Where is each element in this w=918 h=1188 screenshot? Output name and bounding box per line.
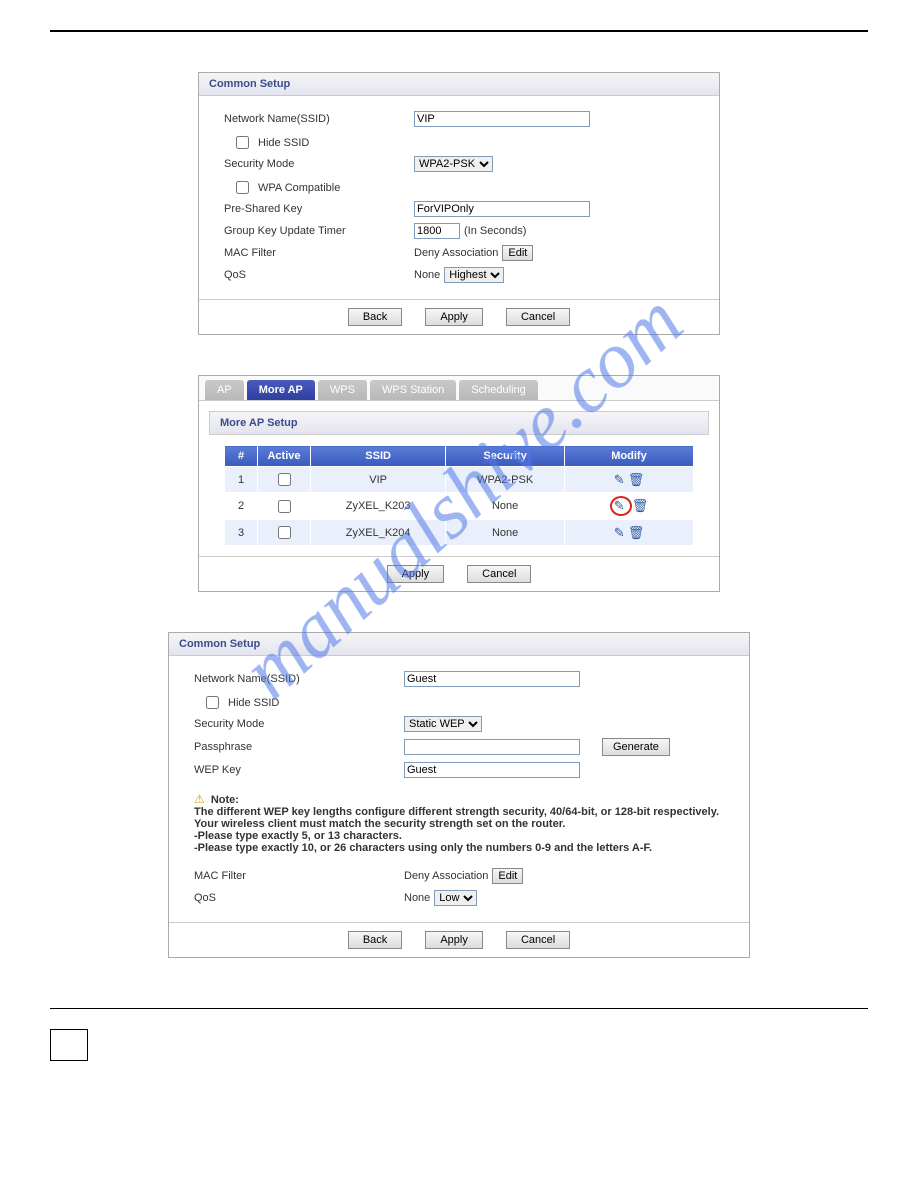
generate-button[interactable]: Generate [602,738,670,756]
qos-label: QoS [194,892,404,904]
network-name-input[interactable] [414,111,590,127]
mac-label: MAC Filter [224,247,414,259]
security-mode-select[interactable]: WPA2-PSK [414,156,493,172]
panel-title: Common Setup [169,633,749,656]
tab-wps[interactable]: WPS [318,380,367,400]
row-num: 3 [225,520,258,546]
top-rule [50,30,868,32]
cancel-button[interactable]: Cancel [506,931,570,949]
edit-icon[interactable]: ✎ [614,498,625,513]
security-mode-label: Security Mode [194,718,404,730]
ap-table: # Active SSID Security Modify 1 VIP WPA2… [224,445,694,546]
highlight-circle: ✎ [610,496,632,516]
note-line: -Please type exactly 10, or 26 character… [194,842,652,854]
hide-ssid-checkbox[interactable] [206,696,219,709]
row-security: WPA2-PSK [446,467,565,493]
cancel-button[interactable]: Cancel [506,308,570,326]
table-row: 3 ZyXEL_K204 None ✎🗑 [225,520,694,546]
security-mode-select[interactable]: Static WEP [404,716,482,732]
tab-bar: AP More AP WPS WPS Station Scheduling [199,376,719,400]
qos-select[interactable]: Low [434,890,477,906]
col-num: # [225,446,258,467]
more-ap-title: More AP Setup [209,411,709,435]
qos-text: None [414,269,440,281]
edit-icon[interactable]: ✎ [614,525,625,540]
tab-ap[interactable]: AP [205,380,244,400]
row-active-checkbox[interactable] [278,526,291,539]
wepkey-input[interactable] [404,762,580,778]
col-active: Active [258,446,311,467]
panel-title: Common Setup [199,73,719,96]
row-num: 1 [225,467,258,493]
common-setup-panel-1: Common Setup Network Name(SSID) Hide SSI… [198,72,720,335]
gk-input[interactable] [414,223,460,239]
note-block: ⚠ Note: The different WEP key lengths co… [194,792,724,854]
apply-button[interactable]: Apply [425,308,483,326]
delete-icon[interactable]: 🗑 [632,498,649,513]
note-line: The different WEP key lengths configure … [194,806,719,830]
tab-scheduling[interactable]: Scheduling [459,380,537,400]
row-security: None [446,520,565,546]
edit-button[interactable]: Edit [492,868,523,884]
row-ssid: ZyXEL_K204 [311,520,446,546]
note-title: Note: [211,794,239,806]
cancel-button[interactable]: Cancel [467,565,531,583]
qos-text: None [404,892,430,904]
network-name-label: Network Name(SSID) [224,113,414,125]
delete-icon[interactable]: 🗑 [628,525,645,540]
note-line: -Please type exactly 5, or 13 characters… [194,830,402,842]
back-button[interactable]: Back [348,308,402,326]
hide-ssid-label: Hide SSID [228,697,279,709]
edit-button[interactable]: Edit [502,245,533,261]
tab-more-ap[interactable]: More AP [247,380,315,400]
qos-label: QoS [224,269,414,281]
psk-label: Pre-Shared Key [224,203,414,215]
wepkey-label: WEP Key [194,764,404,776]
tab-wps-station[interactable]: WPS Station [370,380,456,400]
more-ap-panel: AP More AP WPS WPS Station Scheduling Mo… [198,375,720,592]
mac-text: Deny Association [414,247,498,259]
mac-label: MAC Filter [194,870,404,882]
table-row: 1 VIP WPA2-PSK ✎🗑 [225,467,694,493]
network-name-label: Network Name(SSID) [194,673,404,685]
wpa-compatible-label: WPA Compatible [258,182,340,194]
edit-icon[interactable]: ✎ [614,472,625,487]
row-ssid: ZyXEL_K203 [311,493,446,520]
col-ssid: SSID [311,446,446,467]
gk-unit: (In Seconds) [464,225,526,237]
passphrase-label: Passphrase [194,741,404,753]
page-number-box [50,1029,88,1061]
mac-text: Deny Association [404,870,488,882]
row-active-checkbox[interactable] [278,500,291,513]
gk-label: Group Key Update Timer [224,225,414,237]
passphrase-input[interactable] [404,739,580,755]
bottom-rule [50,1008,868,1009]
col-modify: Modify [565,446,694,467]
row-ssid: VIP [311,467,446,493]
qos-select[interactable]: Highest [444,267,504,283]
hide-ssid-label: Hide SSID [258,137,309,149]
apply-button[interactable]: Apply [425,931,483,949]
network-name-input[interactable] [404,671,580,687]
row-active-checkbox[interactable] [278,473,291,486]
table-row: 2 ZyXEL_K203 None ✎ 🗑 [225,493,694,520]
security-mode-label: Security Mode [224,158,414,170]
note-icon: ⚠ [194,792,205,806]
row-security: None [446,493,565,520]
row-num: 2 [225,493,258,520]
hide-ssid-checkbox[interactable] [236,136,249,149]
col-security: Security [446,446,565,467]
psk-input[interactable] [414,201,590,217]
wpa-compatible-checkbox[interactable] [236,181,249,194]
apply-button[interactable]: Apply [387,565,445,583]
common-setup-panel-2: Common Setup Network Name(SSID) Hide SSI… [168,632,750,958]
back-button[interactable]: Back [348,931,402,949]
delete-icon[interactable]: 🗑 [628,472,645,487]
